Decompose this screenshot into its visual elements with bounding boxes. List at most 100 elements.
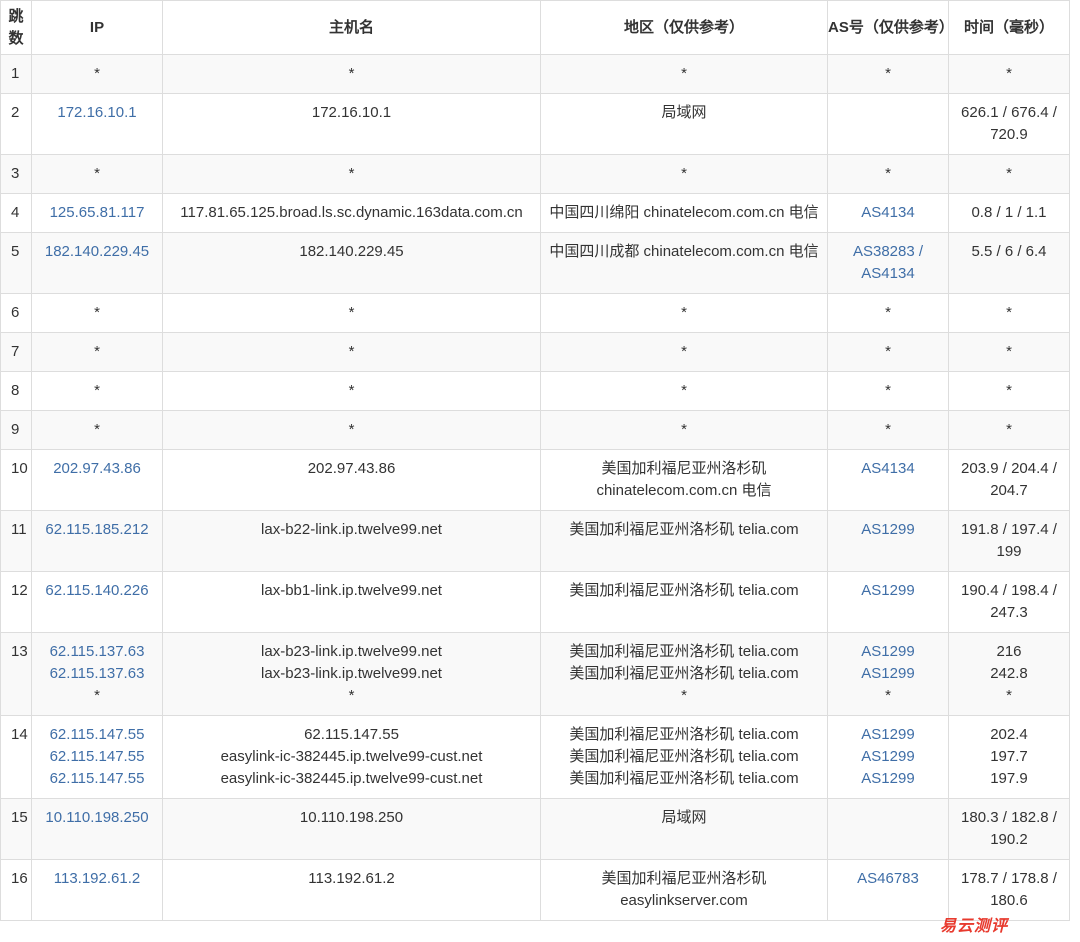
asn-link[interactable]: AS38283 / AS4134 bbox=[828, 241, 948, 285]
header-row: 跳数 IP 主机名 地区（仅供参考） AS号（仅供参考） 时间（毫秒） bbox=[0, 0, 1070, 55]
asn-link[interactable]: AS46783 bbox=[828, 868, 948, 890]
asn-text: * bbox=[885, 343, 891, 360]
region-cell: 美国加利福尼亚州洛杉矶 telia.com bbox=[540, 510, 828, 572]
table-row: 4 125.65.81.117 117.81.65.125.broad.ls.sc.… bbox=[0, 193, 1070, 233]
hop-cell: 1 bbox=[0, 54, 32, 94]
region-text: * bbox=[681, 65, 687, 82]
region-cell: 美国加利福尼亚州洛杉矶 telia.com bbox=[540, 571, 828, 633]
ip-cell: * bbox=[31, 54, 163, 94]
region-text: 美国加利福尼亚州洛杉矶 chinatelecom.com.cn 电信 bbox=[596, 460, 772, 499]
asn-link[interactable]: AS4134 bbox=[828, 202, 948, 224]
table-row: 15 10.110.198.250 10.110.198.250 局域网 180.3 /… bbox=[0, 798, 1070, 860]
hostname-text: * bbox=[348, 382, 355, 399]
region-text: * bbox=[681, 687, 687, 704]
ip-cell: 172.16.10.1 bbox=[31, 93, 163, 155]
time-cell: 5.5 / 6 / 6.4 bbox=[948, 232, 1070, 294]
hostname-text: lax-bb1-link.ip.twelve99.net bbox=[261, 582, 442, 599]
time-cell: 180.3 / 182.8 / 190.2 bbox=[948, 798, 1070, 860]
region-cell: * bbox=[540, 332, 828, 372]
asn-link[interactable]: AS1299 bbox=[828, 746, 948, 768]
asn-link[interactable]: AS1299 bbox=[828, 519, 948, 541]
ip-link[interactable]: 182.140.229.45 bbox=[32, 241, 162, 263]
ip-cell: 202.97.43.86 bbox=[31, 449, 163, 511]
ip-link[interactable]: 62.115.137.63 bbox=[32, 663, 162, 685]
asn-link[interactable]: AS1299 bbox=[828, 724, 948, 746]
ip-cell: 113.192.61.2 bbox=[31, 859, 163, 921]
asn-link[interactable]: AS1299 bbox=[828, 663, 948, 685]
table-row: 12 62.115.140.226 lax-bb1-link.ip.twelve99… bbox=[0, 571, 1070, 633]
hostname-text: lax-b23-link.ip.twelve99.net bbox=[261, 643, 442, 660]
ip-link[interactable]: 172.16.10.1 bbox=[32, 102, 162, 124]
region-cell: 美国加利福尼亚州洛杉矶 telia.com 美国加利福尼亚州洛杉矶 telia.c… bbox=[540, 632, 828, 716]
asn-link[interactable]: AS1299 bbox=[828, 768, 948, 790]
time-text: 197.9 bbox=[990, 770, 1028, 787]
time-cell: 191.8 / 197.4 / 199 bbox=[948, 510, 1070, 572]
ip-link[interactable]: 113.192.61.2 bbox=[32, 868, 162, 890]
table-row: 8 * * * * * bbox=[0, 371, 1070, 411]
time-text: 242.8 bbox=[990, 665, 1028, 682]
table-row: 5 182.140.229.45 182.140.229.45 中国四川成都 chin… bbox=[0, 232, 1070, 294]
hop-cell: 6 bbox=[0, 293, 32, 333]
region-text: * bbox=[681, 343, 687, 360]
hostname-cell: 172.16.10.1 bbox=[162, 93, 541, 155]
ip-link[interactable]: 62.115.137.63 bbox=[32, 641, 162, 663]
ip-cell: 182.140.229.45 bbox=[31, 232, 163, 294]
table-row: 11 62.115.185.212 lax-b22-link.ip.twelve99… bbox=[0, 510, 1070, 572]
asn-cell: AS1299 AS1299 * bbox=[827, 632, 949, 716]
ip-link[interactable]: 62.115.185.212 bbox=[32, 519, 162, 541]
hostname-text: * bbox=[348, 304, 355, 321]
region-text: 美国加利福尼亚州洛杉矶 easylinkserver.com bbox=[601, 870, 767, 909]
hop-cell: 3 bbox=[0, 154, 32, 194]
ip-cell: 62.115.147.55 62.115.147.55 62.115.147.55 bbox=[31, 715, 163, 799]
hop-cell: 10 bbox=[0, 449, 32, 511]
asn-cell: * bbox=[827, 154, 949, 194]
asn-link[interactable]: AS4134 bbox=[828, 458, 948, 480]
region-cell: 中国四川绵阳 chinatelecom.com.cn 电信 bbox=[540, 193, 828, 233]
time-text: 0.8 / 1 / 1.1 bbox=[971, 204, 1047, 221]
ip-text: * bbox=[94, 343, 100, 360]
ip-text: * bbox=[94, 382, 100, 399]
hop-cell: 8 bbox=[0, 371, 32, 411]
hostname-text: 10.110.198.250 bbox=[299, 809, 404, 826]
hop-cell: 11 bbox=[0, 510, 32, 572]
asn-text: * bbox=[885, 165, 891, 182]
ip-link[interactable]: 62.115.147.55 bbox=[32, 768, 162, 790]
region-text: * bbox=[681, 382, 687, 399]
ip-link[interactable]: 62.115.147.55 bbox=[32, 746, 162, 768]
hostname-text: easylink-ic-382445.ip.twelve99-cust.net bbox=[220, 748, 483, 765]
time-text: * bbox=[1006, 343, 1012, 360]
hostname-cell: * bbox=[162, 154, 541, 194]
asn-link[interactable]: AS1299 bbox=[828, 641, 948, 663]
hop-cell: 2 bbox=[0, 93, 32, 155]
time-text: 216 bbox=[996, 643, 1022, 660]
hop-cell: 14 bbox=[0, 715, 32, 799]
time-cell: * bbox=[948, 332, 1070, 372]
asn-cell: AS4134 bbox=[827, 193, 949, 233]
ip-link[interactable]: 125.65.81.117 bbox=[32, 202, 162, 224]
table-row: 16 113.192.61.2 113.192.61.2 美国加利福尼亚州洛杉矶 ea… bbox=[0, 859, 1070, 921]
hostname-cell: * bbox=[162, 371, 541, 411]
asn-text: * bbox=[885, 382, 891, 399]
ip-link[interactable]: 62.115.140.226 bbox=[32, 580, 162, 602]
asn-cell: AS46783 bbox=[827, 859, 949, 921]
asn-cell: AS1299 AS1299 AS1299 bbox=[827, 715, 949, 799]
asn-cell: * bbox=[827, 332, 949, 372]
time-text: * bbox=[1006, 382, 1012, 399]
hostname-cell: * bbox=[162, 293, 541, 333]
hostname-cell: 182.140.229.45 bbox=[162, 232, 541, 294]
ip-link[interactable]: 202.97.43.86 bbox=[32, 458, 162, 480]
time-text: 202.4 bbox=[990, 726, 1028, 743]
ip-link[interactable]: 62.115.147.55 bbox=[32, 724, 162, 746]
region-text: 美国加利福尼亚州洛杉矶 telia.com bbox=[569, 582, 799, 599]
ip-link[interactable]: 10.110.198.250 bbox=[32, 807, 162, 829]
time-text: 5.5 / 6 / 6.4 bbox=[971, 243, 1047, 260]
time-text: 203.9 / 204.4 / 204.7 bbox=[961, 460, 1057, 499]
asn-text: * bbox=[885, 65, 891, 82]
asn-link[interactable]: AS1299 bbox=[828, 580, 948, 602]
hostname-text: * bbox=[348, 421, 355, 438]
region-text: * bbox=[681, 165, 687, 182]
time-cell: 626.1 / 676.4 / 720.9 bbox=[948, 93, 1070, 155]
hostname-cell: lax-bb1-link.ip.twelve99.net bbox=[162, 571, 541, 633]
hop-cell: 13 bbox=[0, 632, 32, 716]
ip-cell: 10.110.198.250 bbox=[31, 798, 163, 860]
